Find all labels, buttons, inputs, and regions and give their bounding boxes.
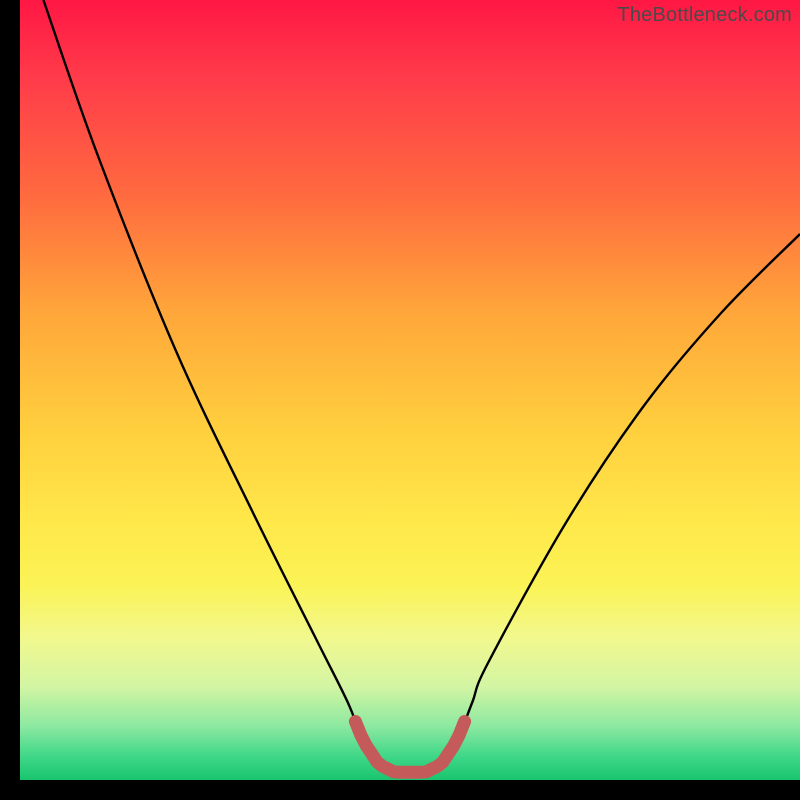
chart-svg [20, 0, 800, 780]
chart-frame: TheBottleneck.com [0, 0, 800, 800]
plot-area: TheBottleneck.com [20, 0, 800, 780]
curve-line [43, 0, 800, 773]
highlight-band [355, 722, 464, 773]
bottleneck-curve [43, 0, 800, 773]
